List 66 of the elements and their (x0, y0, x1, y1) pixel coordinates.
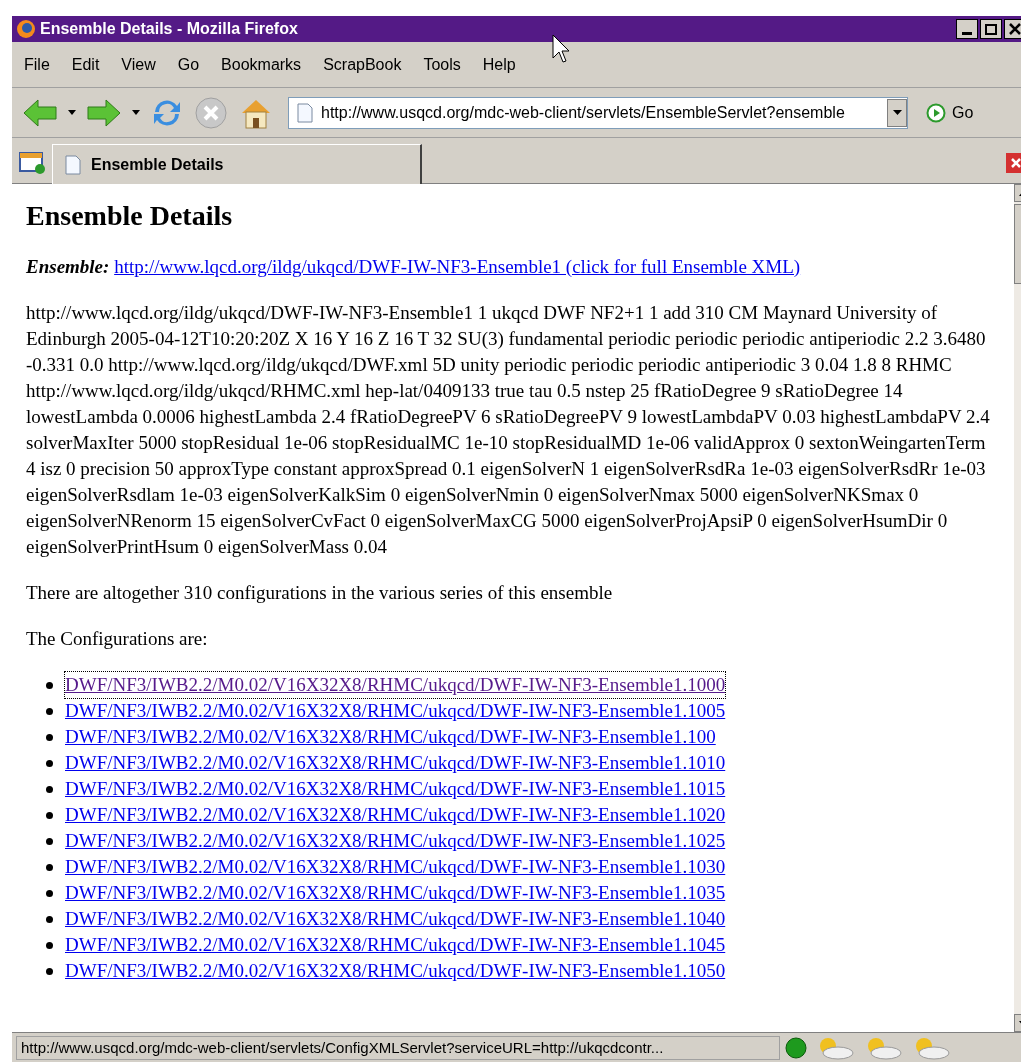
window-title: Ensemble Details - Mozilla Firefox (40, 19, 298, 39)
status-dot-icon (784, 1035, 808, 1060)
configuration-link[interactable]: DWF/NF3/IWB2.2/M0.02/V16X32X8/RHMC/ukqcd/DWF-IW-NF3-Ensemble1.100 (65, 724, 716, 750)
details-paragraph: http://www.lqcd.org/ildg/ukqcd/DWF-IW-NF3-Ensemble1 1 ukqcd DWF NF2+1 1 add 310 CM Maynard University of Edinburgh 2005-04-12T10:20:20Z X 16 Y 16 Z 16 T 32 SU(3) fundamental periodic periodic periodic antiperiodic 2.2 3.6480 -0.331 0.0 http://www.lqcd.org/ildg/ukqcd/DWF.xml 5D unity periodic periodic periodic antiperiodic 3 0.04 1.8 8 RHMC http://www.lqcd.org/ildg/ukqcd/RHMC.xml hep-lat/0409133 true tau 0.5 nstep 25 fRatioDegree 9 sRatioDegree 14 lowestLambda 0.0006 highestLambda 2.4 fRatioDegreePV 6 sRatioDegreePV 9 lowestLambdaPV 0.03 highestLambdaPV 2.4 solverMaxIter 5000 stopResidual 1e-06 stopResidualMC 1e-10 stopResidualMD 1e-06 validApprox 0 sextonWeingartenTerm 4 isz 0 precision 50 approxType constant approxSpread 0.1 eigenSolverN 1 eigenSolverRsdRa 1e-03 eigenSolverRsdRr 1e-03 eigenSolverRsdlam 1e-03 eigenSolverKalkSim 0 eigenSolverNmin 0 eigenSolverNmax 5000 eigenSolverNKSmax 0 eigenSolverNRenorm 15 eigenSolverCvFact 0 eigenSolverMaxCG 5000 eigenSolverProjApsiP 0 eigenSolverHsumDir 0 eigenSolverPrintHsum 0 eigenSolverMass 0.04 (26, 301, 990, 559)
configuration-link[interactable]: DWF/NF3/IWB2.2/M0.02/V16X32X8/RHMC/ukqcd/DWF-IW-NF3-Ensemble1.1040 (65, 906, 726, 932)
dropdown-caret-icon[interactable] (68, 110, 76, 115)
bullet-icon (46, 915, 53, 923)
menu-item[interactable]: Tools (423, 52, 461, 77)
configuration-link[interactable]: DWF/NF3/IWB2.2/M0.02/V16X32X8/RHMC/ukqcd/DWF-IW-NF3-Ensemble1.1005 (65, 698, 726, 724)
dropdown-caret-icon[interactable] (132, 110, 140, 115)
close-tab-button[interactable] (1006, 153, 1021, 173)
bullet-icon (46, 863, 53, 871)
ensemble-link[interactable]: http://www.lqcd.org/ildg/ukqcd/DWF-IW-NF3-Ensemble1 (click for full Ensemble XML) (114, 256, 801, 277)
maximize-button[interactable] (980, 19, 1002, 39)
close-icon (1010, 157, 1021, 169)
bullet-icon (46, 785, 53, 793)
ensemble-label: Ensemble: (26, 256, 110, 277)
bullet-icon (46, 759, 53, 767)
go-button[interactable]: Go (926, 100, 974, 125)
stop-icon (194, 95, 228, 130)
list-intro: The Configurations are: (26, 627, 209, 651)
page-heading: Ensemble Details (26, 199, 234, 233)
mouse-pointer-icon (552, 34, 570, 64)
configuration-link[interactable]: DWF/NF3/IWB2.2/M0.02/V16X32X8/RHMC/ukqcd/DWF-IW-NF3-Ensemble1.1020 (65, 802, 726, 828)
configuration-link[interactable]: DWF/NF3/IWB2.2/M0.02/V16X32X8/RHMC/ukqcd/DWF-IW-NF3-Ensemble1.1035 (65, 880, 726, 906)
play-icon (926, 102, 946, 123)
close-button[interactable] (1004, 19, 1021, 39)
configuration-link[interactable]: DWF/NF3/IWB2.2/M0.02/V16X32X8/RHMC/ukqcd/DWF-IW-NF3-Ensemble1.1050 (65, 958, 726, 984)
address-field[interactable]: http://www.usqcd.org/mdc-web-client/servlets/EnsembleServlet?ensemble (288, 96, 908, 129)
caret-icon (892, 110, 902, 115)
status-text: http://www.usqcd.org/mdc-web-client/servlets/ConfigXMLServlet?serviceURL=http://ukqcdcontr... (16, 1035, 780, 1060)
firefox-icon (16, 19, 36, 39)
bullet-icon (46, 889, 53, 897)
configuration-link[interactable]: DWF/NF3/IWB2.2/M0.02/V16X32X8/RHMC/ukqcd/DWF-IW-NF3-Ensemble1.1000 (65, 672, 726, 698)
menu-item[interactable]: Help (482, 52, 516, 77)
configuration-link[interactable]: DWF/NF3/IWB2.2/M0.02/V16X32X8/RHMC/ukqcd/DWF-IW-NF3-Ensemble1.1045 (65, 932, 726, 958)
bullet-icon (46, 941, 53, 949)
bullet-icon (46, 733, 53, 741)
minimize-button[interactable] (956, 19, 978, 39)
bullet-icon (46, 837, 53, 845)
configuration-link[interactable]: DWF/NF3/IWB2.2/M0.02/V16X32X8/RHMC/ukqcd/DWF-IW-NF3-Ensemble1.1025 (65, 828, 726, 854)
minimize-icon (962, 32, 972, 35)
maximize-icon (985, 23, 997, 35)
dropdown-button[interactable] (887, 98, 907, 127)
bullet-icon (46, 681, 53, 689)
bullet-icon (46, 707, 53, 715)
menu-item[interactable]: ScrapBook (323, 52, 402, 77)
configuration-link[interactable]: DWF/NF3/IWB2.2/M0.02/V16X32X8/RHMC/ukqcd/DWF-IW-NF3-Ensemble1.1015 (65, 776, 726, 802)
menu-item[interactable]: Edit (71, 52, 100, 77)
configuration-link[interactable]: DWF/NF3/IWB2.2/M0.02/V16X32X8/RHMC/ukqcd/DWF-IW-NF3-Ensemble1.1010 (65, 750, 726, 776)
right-arrow-icon (86, 97, 122, 128)
new-tab-button[interactable] (18, 149, 46, 175)
menu-item[interactable]: Bookmarks (221, 52, 302, 77)
new-tab-icon (18, 149, 46, 175)
page-icon (65, 154, 81, 175)
tab[interactable]: Ensemble Details (52, 144, 422, 184)
bullet-icon (46, 967, 53, 975)
menu-item[interactable]: Go (177, 52, 200, 77)
close-icon (1009, 23, 1021, 35)
page-icon (297, 102, 313, 123)
bullet-icon (46, 811, 53, 819)
menu-item[interactable]: File (24, 52, 50, 77)
menu-item[interactable]: View (121, 52, 156, 77)
configuration-link[interactable]: DWF/NF3/IWB2.2/M0.02/V16X32X8/RHMC/ukqcd/DWF-IW-NF3-Ensemble1.1030 (65, 854, 726, 880)
summary-text: There are altogether 310 configurations in the various series of this ensemble (26, 581, 614, 605)
left-arrow-icon (22, 97, 58, 128)
